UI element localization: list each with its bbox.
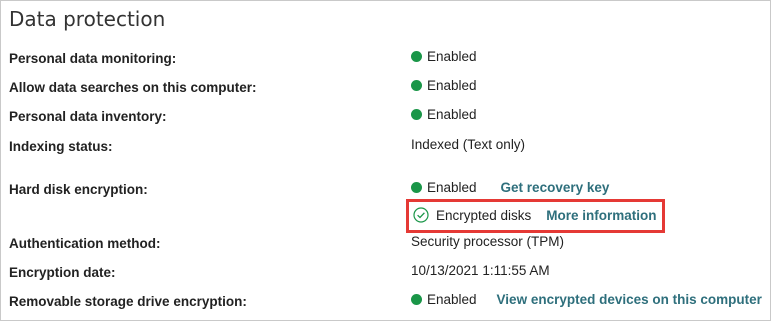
value-indexing-status: Indexed (Text only) xyxy=(411,137,525,152)
data-protection-panel: Data protection Personal data monitoring… xyxy=(0,0,771,321)
status-text: Enabled xyxy=(427,292,477,307)
row-authentication-method: Authentication method: Security processo… xyxy=(1,233,770,255)
section-title: Data protection xyxy=(9,7,166,31)
encryption-date-text: 10/13/2021 1:11:55 AM xyxy=(411,263,550,278)
value-encrypted-disks: Encrypted disks More information xyxy=(413,207,657,223)
status-text: Enabled xyxy=(427,49,477,64)
row-allow-data-searches: Allow data searches on this computer: En… xyxy=(1,77,770,99)
view-encrypted-devices-link[interactable]: View encrypted devices on this computer xyxy=(497,292,762,307)
value-personal-data-monitoring: Enabled xyxy=(411,49,477,64)
status-dot-icon xyxy=(411,294,422,305)
get-recovery-key-link[interactable]: Get recovery key xyxy=(501,180,610,195)
label-personal-data-inventory: Personal data inventory: xyxy=(9,109,167,124)
status-dot-icon xyxy=(411,109,422,120)
label-removable-storage-encryption: Removable storage drive encryption: xyxy=(9,294,247,309)
status-text: Enabled xyxy=(427,180,477,195)
value-hard-disk-encryption: Enabled Get recovery key xyxy=(411,180,609,195)
row-indexing-status: Indexing status: Indexed (Text only) xyxy=(1,136,770,158)
row-personal-data-inventory: Personal data inventory: Enabled xyxy=(1,106,770,128)
label-personal-data-monitoring: Personal data monitoring: xyxy=(9,51,177,66)
value-personal-data-inventory: Enabled xyxy=(411,107,477,122)
row-encryption-date: Encryption date: 10/13/2021 1:11:55 AM xyxy=(1,262,770,284)
label-allow-data-searches: Allow data searches on this computer: xyxy=(9,80,257,95)
encrypted-disks-text: Encrypted disks xyxy=(436,207,532,223)
status-dot-icon xyxy=(411,51,422,62)
row-hard-disk-encryption: Hard disk encryption: Enabled Get recove… xyxy=(1,179,770,201)
label-authentication-method: Authentication method: xyxy=(9,236,161,251)
status-text: Enabled xyxy=(427,78,477,93)
status-dot-icon xyxy=(411,182,422,193)
status-dot-icon xyxy=(411,80,422,91)
value-authentication-method: Security processor (TPM) xyxy=(411,234,564,249)
indexing-status-text: Indexed (Text only) xyxy=(411,137,526,152)
authentication-method-text: Security processor (TPM) xyxy=(411,234,565,249)
row-personal-data-monitoring: Personal data monitoring: Enabled xyxy=(1,48,770,70)
row-removable-storage-encryption: Removable storage drive encryption: Enab… xyxy=(1,291,770,313)
more-information-link[interactable]: More information xyxy=(546,208,656,223)
value-removable-storage-encryption: Enabled View encrypted devices on this c… xyxy=(411,292,762,307)
label-hard-disk-encryption: Hard disk encryption: xyxy=(9,182,148,197)
check-circle-icon xyxy=(413,207,429,223)
status-text: Enabled xyxy=(427,107,477,122)
label-encryption-date: Encryption date: xyxy=(9,265,116,280)
value-encryption-date: 10/13/2021 1:11:55 AM xyxy=(411,263,550,278)
value-allow-data-searches: Enabled xyxy=(411,78,477,93)
label-indexing-status: Indexing status: xyxy=(9,139,113,154)
row-encrypted-disks: Encrypted disks More information xyxy=(1,206,770,228)
